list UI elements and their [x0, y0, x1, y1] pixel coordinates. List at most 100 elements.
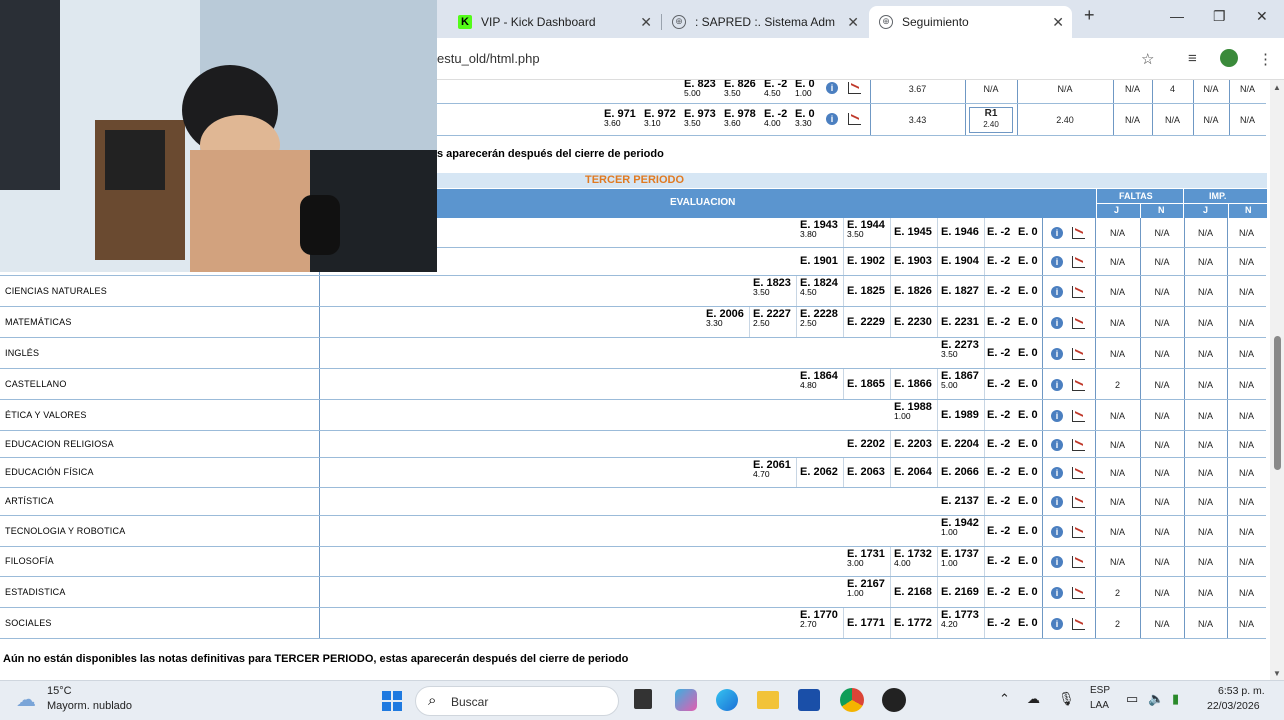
grade-cell[interactable]: E. 1737 1.00: [941, 548, 979, 568]
info-icon[interactable]: i: [1051, 525, 1063, 538]
chart-icon[interactable]: [1072, 617, 1085, 630]
media-icon[interactable]: ≡: [1188, 50, 1197, 67]
grade-cell[interactable]: E. 0 3.30: [795, 108, 815, 128]
network-icon[interactable]: ▭: [1126, 691, 1138, 707]
grade-cell[interactable]: E. 2169: [941, 586, 979, 598]
grade-cell[interactable]: E. 1903: [894, 255, 932, 267]
grade-cell[interactable]: E. -2: [987, 226, 1010, 238]
grade-cell[interactable]: E. 0: [1018, 378, 1038, 390]
grade-cell[interactable]: E. 0: [1018, 495, 1038, 507]
grade-cell[interactable]: E. 0: [1018, 617, 1038, 629]
chart-icon[interactable]: [1072, 347, 1085, 360]
grade-cell[interactable]: E. 972 3.10: [644, 108, 676, 128]
grade-cell[interactable]: E. -2: [987, 409, 1010, 421]
grade-cell[interactable]: E. 973 3.50: [684, 108, 716, 128]
grade-cell[interactable]: E. 2227 2.50: [753, 308, 791, 328]
copilot-icon[interactable]: [675, 689, 697, 711]
info-icon[interactable]: i: [1051, 617, 1063, 630]
chart-icon[interactable]: [1072, 409, 1085, 422]
grade-cell[interactable]: E. 2066: [941, 466, 979, 478]
grade-cell[interactable]: E. 1946: [941, 226, 979, 238]
clock-time[interactable]: 6:53 p. m.: [1218, 685, 1265, 697]
grade-cell[interactable]: E. 1823 3.50: [753, 277, 791, 297]
grade-cell[interactable]: E. 826 3.50: [724, 80, 756, 98]
grade-cell[interactable]: E. 1943 3.80: [800, 219, 838, 239]
chart-icon[interactable]: [1072, 378, 1085, 391]
grade-cell[interactable]: E. -2: [987, 255, 1010, 267]
chrome-icon[interactable]: [840, 688, 864, 712]
grade-cell[interactable]: E. 823 5.00: [684, 80, 716, 98]
grade-cell[interactable]: E. 1944 3.50: [847, 219, 885, 239]
grade-cell[interactable]: E. -2: [987, 285, 1010, 297]
scrollbar-thumb[interactable]: [1274, 336, 1281, 470]
grade-cell[interactable]: E. 2006 3.30: [706, 308, 744, 328]
obs-icon[interactable]: [882, 688, 906, 712]
grade-cell[interactable]: E. 1866: [894, 378, 932, 390]
grade-cell[interactable]: E. 1902: [847, 255, 885, 267]
grade-cell[interactable]: E. 1770 2.70: [800, 609, 838, 629]
language-layout[interactable]: LAA: [1090, 700, 1109, 711]
info-icon[interactable]: i: [1051, 378, 1063, 391]
chart-icon[interactable]: [1072, 256, 1085, 268]
close-icon[interactable]: ✕: [1052, 14, 1064, 31]
grade-cell[interactable]: E. 0: [1018, 555, 1038, 567]
grade-cell[interactable]: E. 0: [1018, 438, 1038, 450]
language-code[interactable]: ESP: [1090, 685, 1110, 696]
grade-cell[interactable]: E. 1942 1.00: [941, 517, 979, 537]
chart-icon[interactable]: [1072, 556, 1085, 568]
grade-cell[interactable]: E. 2228 2.50: [800, 308, 838, 328]
chart-icon[interactable]: [1072, 438, 1085, 451]
grade-cell[interactable]: E. 2064: [894, 466, 932, 478]
grade-cell[interactable]: E. -2: [987, 438, 1010, 450]
close-icon[interactable]: ✕: [847, 14, 859, 31]
info-icon[interactable]: i: [1051, 586, 1063, 599]
info-icon[interactable]: i: [1051, 227, 1063, 239]
grade-cell[interactable]: E. -2: [987, 347, 1010, 359]
grade-cell[interactable]: E. 1826: [894, 285, 932, 297]
grade-cell[interactable]: E. 0 1.00: [795, 80, 815, 98]
grade-cell[interactable]: E. -2: [987, 495, 1010, 507]
grade-cell[interactable]: E. -2 4.00: [764, 108, 787, 128]
grade-cell[interactable]: E. 0: [1018, 525, 1038, 537]
info-icon[interactable]: i: [1051, 438, 1063, 451]
tab-seguimiento[interactable]: ⊕ Seguimiento ✕: [869, 6, 1072, 38]
new-tab-button[interactable]: +: [1084, 5, 1095, 26]
grade-cell[interactable]: E. 1867 5.00: [941, 370, 979, 390]
grade-cell[interactable]: E. -2: [987, 617, 1010, 629]
grade-cell[interactable]: E. 2202: [847, 438, 885, 450]
grade-cell[interactable]: E. 1945: [894, 226, 932, 238]
grade-cell[interactable]: E. 1731 3.00: [847, 548, 885, 568]
close-window-button[interactable]: ✕: [1256, 8, 1268, 25]
grade-cell[interactable]: E. 2273 3.50: [941, 339, 979, 359]
search-box[interactable]: ⌕ Buscar: [415, 686, 619, 716]
grade-cell[interactable]: E. 2061 4.70: [753, 459, 791, 479]
grade-cell[interactable]: E. 1772: [894, 617, 932, 629]
grade-cell[interactable]: E. 0: [1018, 285, 1038, 297]
battery-icon[interactable]: ▮: [1172, 691, 1179, 707]
grade-cell[interactable]: E. 2062: [800, 466, 838, 478]
grade-cell[interactable]: E. 1901: [800, 255, 838, 267]
grade-cell[interactable]: E. 1824 4.50: [800, 277, 838, 297]
task-view-icon[interactable]: [634, 689, 652, 709]
chart-icon[interactable]: [1072, 525, 1085, 538]
star-icon[interactable]: ☆: [1141, 50, 1154, 68]
grade-cell[interactable]: E. 2137: [941, 495, 979, 507]
grade-cell[interactable]: E. 1864 4.80: [800, 370, 838, 390]
grade-cell[interactable]: E. 2230: [894, 316, 932, 328]
cloud-off-icon[interactable]: ☁: [1027, 691, 1040, 707]
grade-cell[interactable]: E. 971 3.60: [604, 108, 636, 128]
grade-cell[interactable]: E. 1988 1.00: [894, 401, 932, 421]
minimize-button[interactable]: —: [1170, 8, 1184, 24]
info-icon[interactable]: i: [1051, 316, 1063, 329]
info-icon[interactable]: i: [1051, 409, 1063, 422]
clock-date[interactable]: 22/03/2026: [1207, 700, 1260, 712]
windows-start-icon[interactable]: [381, 690, 403, 712]
tab-kick-dashboard[interactable]: K VIP - Kick Dashboard ✕: [448, 6, 660, 38]
grade-cell[interactable]: E. -2: [987, 316, 1010, 328]
edge-icon[interactable]: [716, 689, 738, 711]
grade-cell[interactable]: E. 1825: [847, 285, 885, 297]
grade-cell[interactable]: E. 1827: [941, 285, 979, 297]
grade-cell[interactable]: E. -2: [987, 466, 1010, 478]
grade-cell[interactable]: E. 1989: [941, 409, 979, 421]
info-icon[interactable]: i: [1051, 347, 1063, 360]
